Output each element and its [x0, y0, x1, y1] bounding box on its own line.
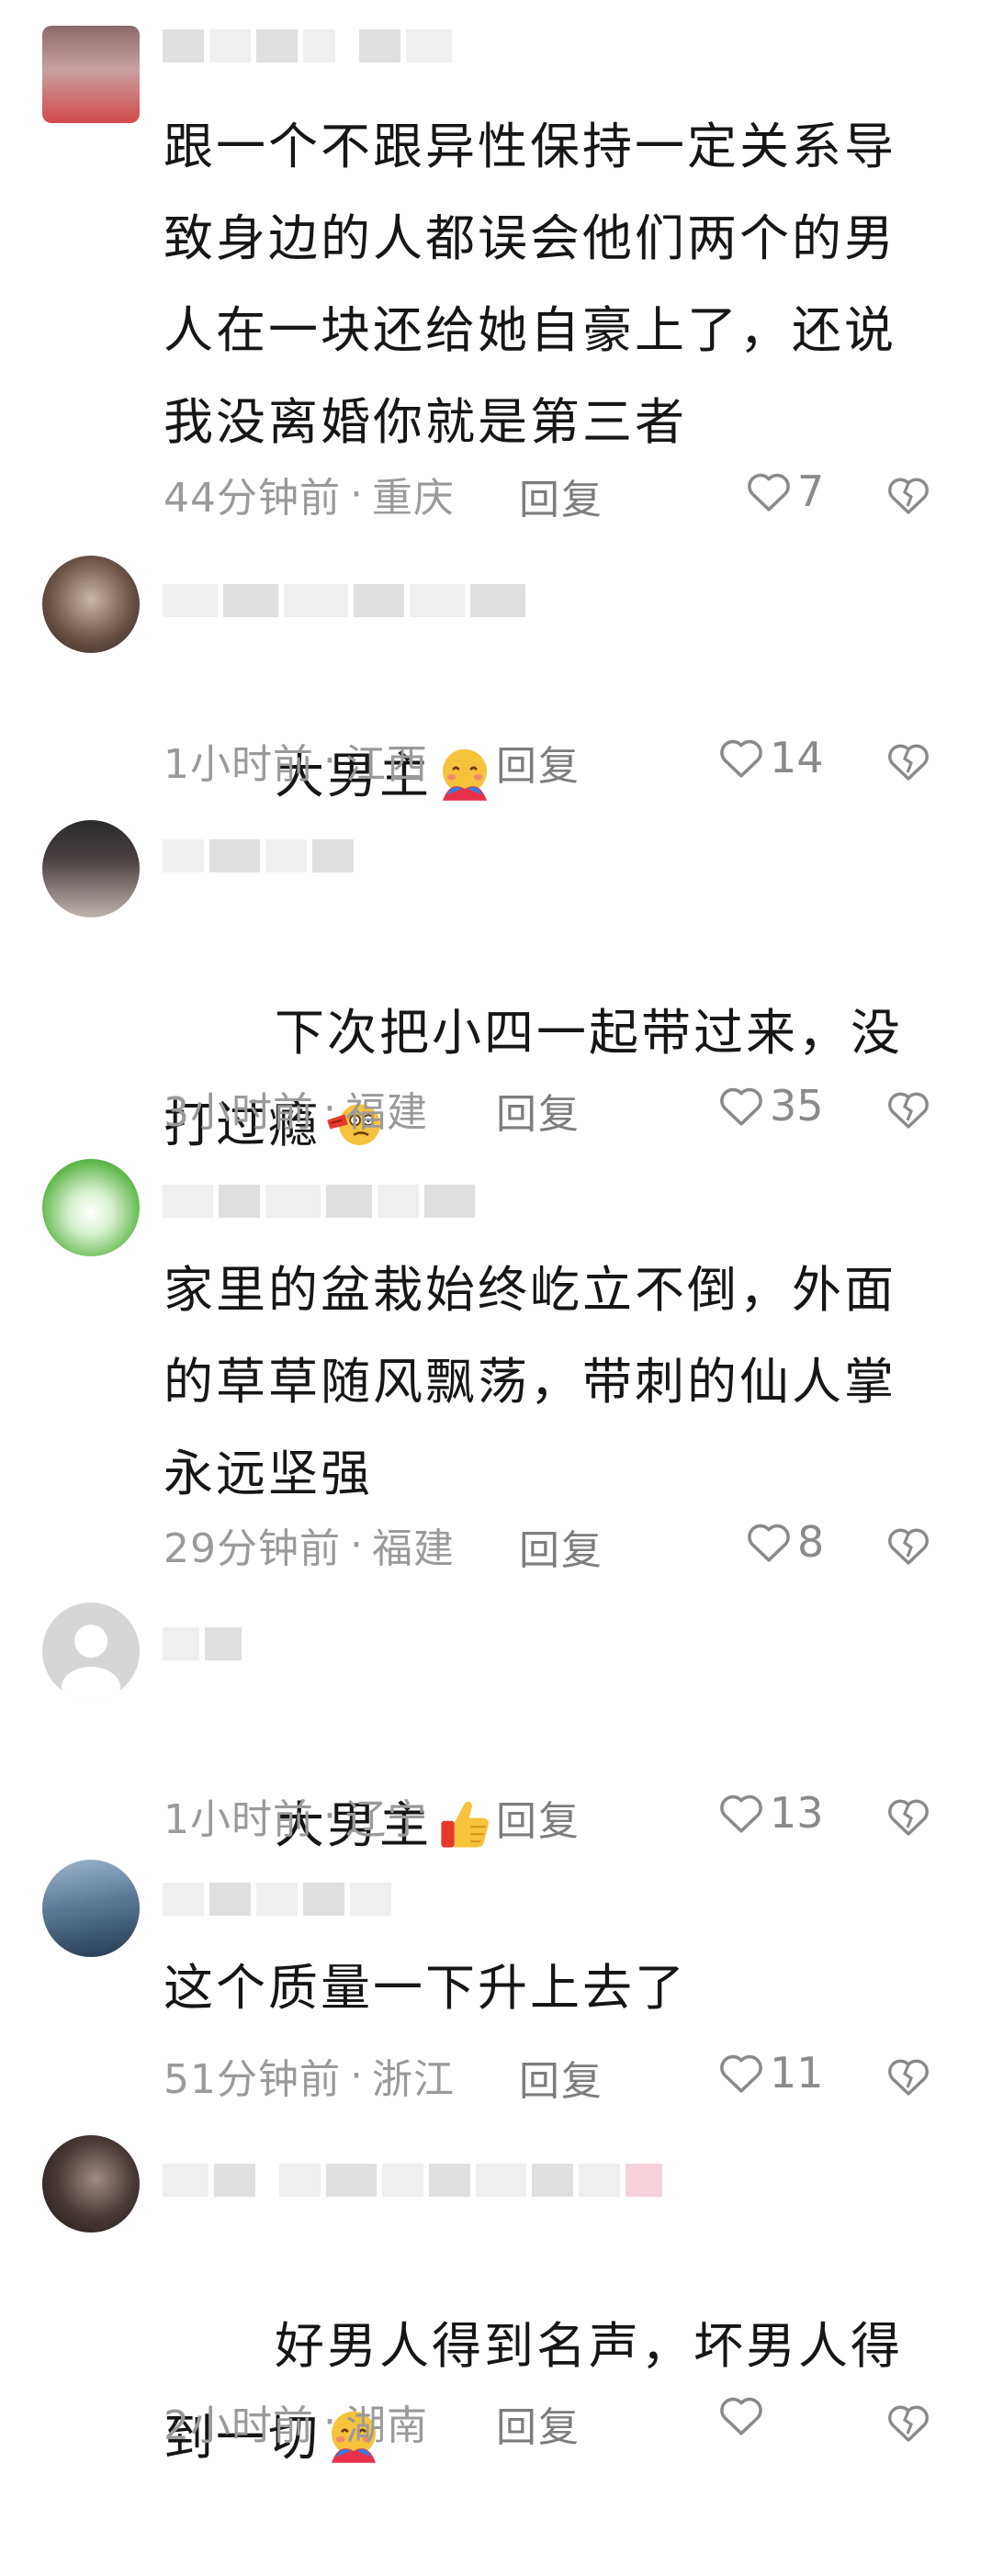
comment-location: 辽宁: [345, 1796, 428, 1843]
reply-button[interactable]: 回复: [496, 1081, 581, 1140]
username-redacted[interactable]: [163, 1883, 391, 1916]
like-count: 11: [770, 2048, 824, 2098]
username-redacted[interactable]: [163, 1185, 475, 1218]
username-redacted[interactable]: [163, 839, 354, 872]
meta-separator: ·: [323, 1792, 336, 1839]
like-count: 14: [770, 733, 824, 782]
comment-location: 福建: [345, 1089, 428, 1136]
comment-time: 29分钟前: [163, 1525, 341, 1572]
heart-broken-icon[interactable]: [886, 1088, 930, 1131]
like-button[interactable]: 13: [718, 1788, 824, 1838]
avatar[interactable]: [42, 1860, 140, 1957]
comment-location: 福建: [372, 1525, 455, 1572]
meta-separator: ·: [323, 1085, 336, 1132]
reply-button[interactable]: 回复: [496, 733, 581, 792]
heart-broken-icon[interactable]: [886, 474, 930, 516]
like-button[interactable]: 35: [718, 1081, 824, 1131]
like-button[interactable]: 11: [718, 2048, 824, 2098]
comment-text: 跟一个不跟异性保持一定关系导致身边的人都误会他们两个的男人在一块还给她自豪上了，…: [163, 118, 896, 451]
heart-broken-icon[interactable]: [886, 1524, 930, 1567]
like-count: 13: [770, 1788, 824, 1838]
reply-button[interactable]: 回复: [519, 2048, 603, 2107]
meta-separator: ·: [323, 737, 336, 784]
reply-button[interactable]: 回复: [519, 1517, 603, 1576]
heart-outline-icon: [720, 1087, 762, 1126]
comment-time: 51分钟前: [163, 2056, 341, 2103]
avatar[interactable]: [42, 556, 140, 653]
reply-button[interactable]: 回复: [496, 2394, 581, 2453]
meta-separator: ·: [350, 1521, 363, 1569]
comment-location: 湖南: [345, 2402, 428, 2449]
username-redacted[interactable]: [163, 2164, 662, 2197]
like-button[interactable]: [718, 2394, 770, 2436]
username-redacted[interactable]: [163, 1627, 242, 1660]
heart-broken-icon[interactable]: [886, 2402, 930, 2444]
username-redacted[interactable]: [163, 584, 525, 617]
comment-time: 3小时前: [163, 1089, 314, 1136]
comment-text: 家里的盆栽始终屹立不倒，外面的草草随风飘荡，带刺的仙人掌永远坚强: [163, 1261, 896, 1502]
reply-button[interactable]: 回复: [519, 467, 603, 525]
comment-time: 44分钟前: [163, 475, 341, 522]
comment-time: 1小时前: [163, 741, 314, 788]
heart-broken-icon[interactable]: [886, 740, 930, 782]
like-count: 8: [797, 1517, 825, 1567]
reply-button[interactable]: 回复: [496, 1788, 581, 1847]
comment-location: 浙江: [372, 2056, 455, 2103]
like-button[interactable]: 14: [718, 733, 824, 782]
meta-separator: ·: [323, 2398, 336, 2446]
like-button[interactable]: 8: [746, 1517, 824, 1567]
heart-outline-icon: [748, 1524, 790, 1562]
heart-broken-icon[interactable]: [886, 2055, 930, 2098]
avatar[interactable]: [42, 2135, 140, 2233]
avatar[interactable]: [42, 1603, 140, 1700]
avatar[interactable]: [42, 26, 140, 123]
comment-location: 江西: [345, 741, 428, 788]
like-count: 35: [770, 1081, 824, 1131]
avatar[interactable]: [42, 1159, 140, 1256]
default-avatar-icon: [62, 1625, 120, 1700]
heart-outline-icon: [720, 739, 762, 778]
heart-outline-icon: [748, 473, 790, 512]
meta-separator: ·: [350, 470, 363, 518]
heart-outline-icon: [720, 2397, 762, 2435]
comment-text: 这个质量一下升上去了: [163, 1959, 687, 2017]
avatar[interactable]: [42, 820, 140, 917]
like-count: 7: [797, 467, 825, 516]
heart-outline-icon: [720, 1794, 762, 1833]
username-redacted[interactable]: [163, 29, 452, 62]
heart-broken-icon[interactable]: [886, 1795, 930, 1838]
meta-separator: ·: [350, 2052, 363, 2099]
comment-time: 1小时前: [163, 1796, 314, 1843]
heart-outline-icon: [720, 2054, 762, 2093]
comment-time: 2小时前: [163, 2402, 314, 2449]
like-button[interactable]: 7: [746, 467, 824, 516]
comment-location: 重庆: [372, 475, 455, 522]
